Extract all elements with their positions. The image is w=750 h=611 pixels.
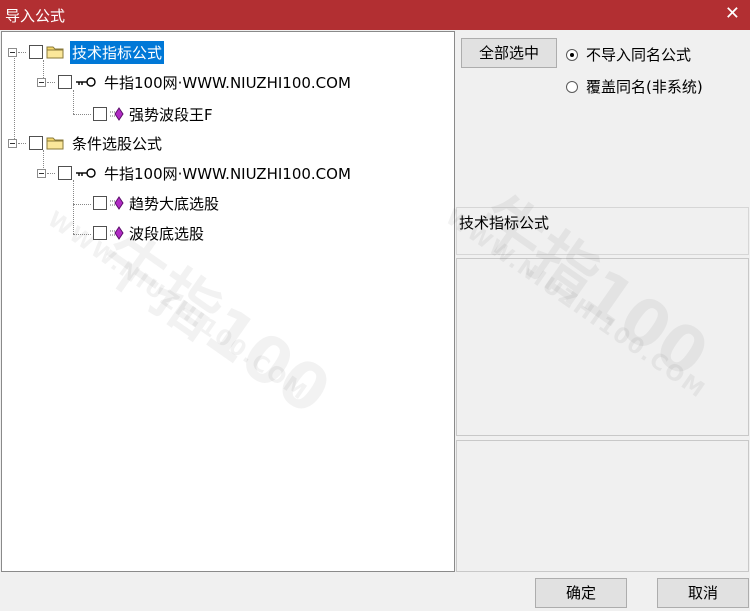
checkbox[interactable] [29, 45, 43, 59]
key-icon [76, 77, 96, 87]
tree-node-formula-wave-bottom[interactable]: 波段底选股 [91, 220, 206, 246]
title-bar: 导入公式 ✕ [0, 0, 750, 30]
tree-connector [47, 172, 55, 174]
close-icon[interactable]: ✕ [725, 3, 740, 24]
radio-no-import-same-name[interactable]: 不导入同名公式 [566, 44, 691, 65]
formula-description-box [456, 258, 749, 436]
folder-icon [46, 137, 64, 150]
radio-indicator[interactable] [566, 80, 578, 93]
tree-connector [47, 81, 55, 83]
tree-node-stock-selection[interactable]: 条件选股公式 [8, 130, 164, 156]
tree-node-label: 牛指100网·WWW.NIUZHI100.COM [104, 164, 351, 183]
checkbox[interactable] [93, 226, 107, 240]
checkbox[interactable] [93, 196, 107, 210]
select-all-button[interactable]: 全部选中 [461, 38, 557, 68]
tree-node-label: 强势波段王F [129, 105, 213, 124]
formula-icon [110, 196, 124, 210]
checkbox[interactable] [58, 166, 72, 180]
category-info-text: 技术指标公式 [459, 214, 550, 232]
tree-connector [18, 142, 26, 144]
radio-overwrite-same-name[interactable]: 覆盖同名(非系统) [566, 76, 703, 97]
tree-node-label: 条件选股公式 [72, 134, 163, 153]
tree-node-niuzhi-selection[interactable]: 牛指100网·WWW.NIUZHI100.COM [37, 160, 353, 186]
checkbox[interactable] [29, 136, 43, 150]
collapse-icon[interactable] [8, 47, 17, 57]
radio-label: 覆盖同名(非系统) [586, 78, 703, 96]
formula-tree-panel: 牛指100 WWW.NIUZHI100.COM 技术指标公式 牛指100网·WW… [1, 31, 455, 572]
collapse-icon[interactable] [37, 168, 46, 178]
key-icon [76, 168, 96, 178]
tree-line [73, 114, 91, 115]
tree-node-formula-trend-bottom[interactable]: 趋势大底选股 [91, 190, 221, 216]
collapse-icon[interactable] [37, 77, 46, 87]
checkbox[interactable] [93, 107, 107, 121]
tree-line [73, 180, 74, 234]
checkbox[interactable] [58, 75, 72, 89]
radio-label: 不导入同名公式 [586, 46, 692, 64]
formula-icon [110, 226, 124, 240]
window-title: 导入公式 [5, 7, 66, 25]
tree-line [73, 234, 91, 235]
tree-node-label: 牛指100网·WWW.NIUZHI100.COM [104, 73, 351, 92]
ok-button[interactable]: 确定 [535, 578, 627, 608]
tree-node-niuzhi-tech[interactable]: 牛指100网·WWW.NIUZHI100.COM [37, 69, 353, 95]
tree-node-label: 波段底选股 [129, 224, 205, 243]
tree-node-label: 技术指标公式 [70, 40, 165, 64]
formula-detail-box [456, 440, 749, 572]
tree-line [73, 204, 91, 205]
folder-icon [46, 46, 64, 59]
radio-indicator[interactable] [566, 48, 578, 61]
collapse-icon[interactable] [8, 138, 17, 148]
cancel-button[interactable]: 取消 [657, 578, 749, 608]
tree-node-formula-strong-wave[interactable]: 强势波段王F [91, 101, 215, 127]
tree-node-tech-indicators[interactable]: 技术指标公式 [8, 39, 165, 65]
tree-connector [18, 51, 26, 53]
watermark-text: 牛指100 [85, 219, 343, 430]
tree-node-label: 趋势大底选股 [129, 194, 220, 213]
formula-icon [110, 107, 124, 121]
